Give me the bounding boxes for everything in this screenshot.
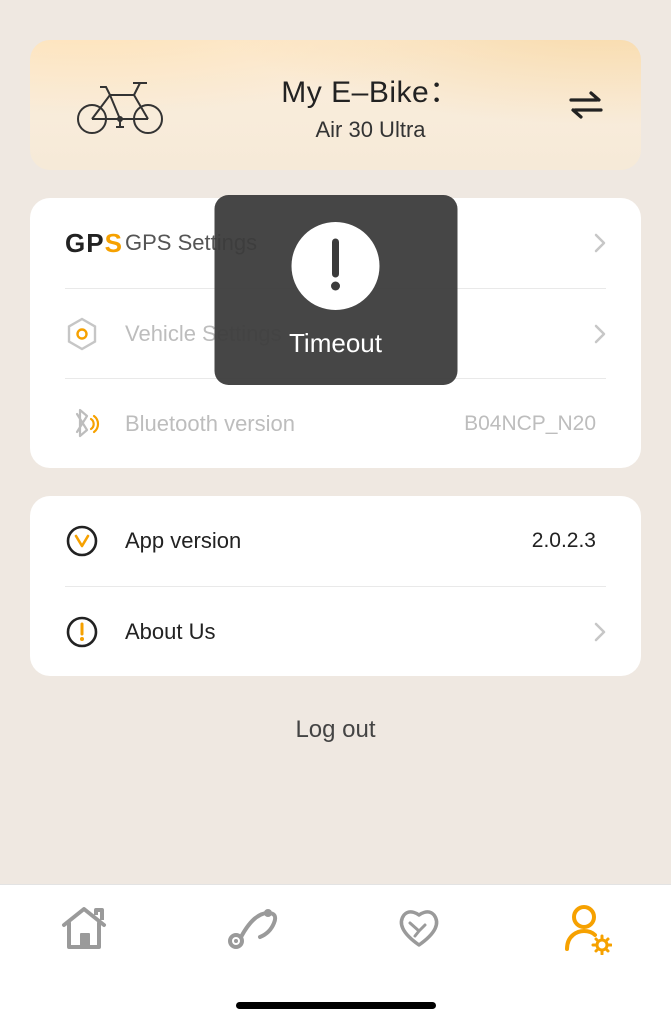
bluetooth-version-value: B04NCP_N20	[464, 412, 596, 436]
route-icon	[224, 903, 280, 953]
bike-illustration	[60, 75, 180, 135]
device-model: Air 30 Ultra	[180, 117, 561, 143]
app-version-label: App version	[125, 528, 532, 554]
about-us-row[interactable]: About Us	[65, 586, 606, 676]
toast-message: Timeout	[289, 328, 382, 359]
logout-button[interactable]: Log out	[0, 716, 671, 744]
exclamation-icon	[292, 222, 380, 310]
bluetooth-version-row: Bluetooth version B04NCP_N20	[65, 378, 606, 468]
handshake-heart-icon	[392, 903, 446, 953]
device-header-card: My E–Bike： Air 30 Ultra	[30, 40, 641, 170]
app-version-row: App version 2.0.2.3	[65, 496, 606, 586]
swap-icon	[569, 90, 603, 120]
chevron-right-icon	[586, 622, 606, 642]
switch-device-button[interactable]	[561, 90, 611, 120]
bluetooth-icon	[65, 406, 125, 442]
info-card: App version 2.0.2.3 About Us	[30, 496, 641, 676]
info-exclaim-icon	[65, 615, 125, 649]
device-title: My E–Bike：	[180, 67, 561, 111]
about-us-label: About Us	[125, 619, 586, 645]
profile-gear-icon	[562, 903, 612, 955]
home-indicator	[236, 1002, 436, 1009]
tab-support[interactable]	[384, 903, 454, 953]
tab-routes[interactable]	[217, 903, 287, 953]
bluetooth-version-label: Bluetooth version	[125, 411, 464, 437]
home-icon	[58, 903, 110, 953]
device-title-block: My E–Bike： Air 30 Ultra	[180, 67, 561, 143]
tab-home[interactable]	[49, 903, 119, 953]
tab-profile[interactable]	[552, 903, 622, 955]
gps-icon: GPS	[65, 228, 125, 259]
version-icon	[65, 524, 125, 558]
hexagon-gear-icon	[65, 317, 125, 351]
app-version-value: 2.0.2.3	[532, 529, 596, 553]
timeout-toast: Timeout	[214, 195, 457, 385]
chevron-right-icon	[586, 324, 606, 344]
tab-bar	[0, 884, 671, 1024]
chevron-right-icon	[586, 233, 606, 253]
